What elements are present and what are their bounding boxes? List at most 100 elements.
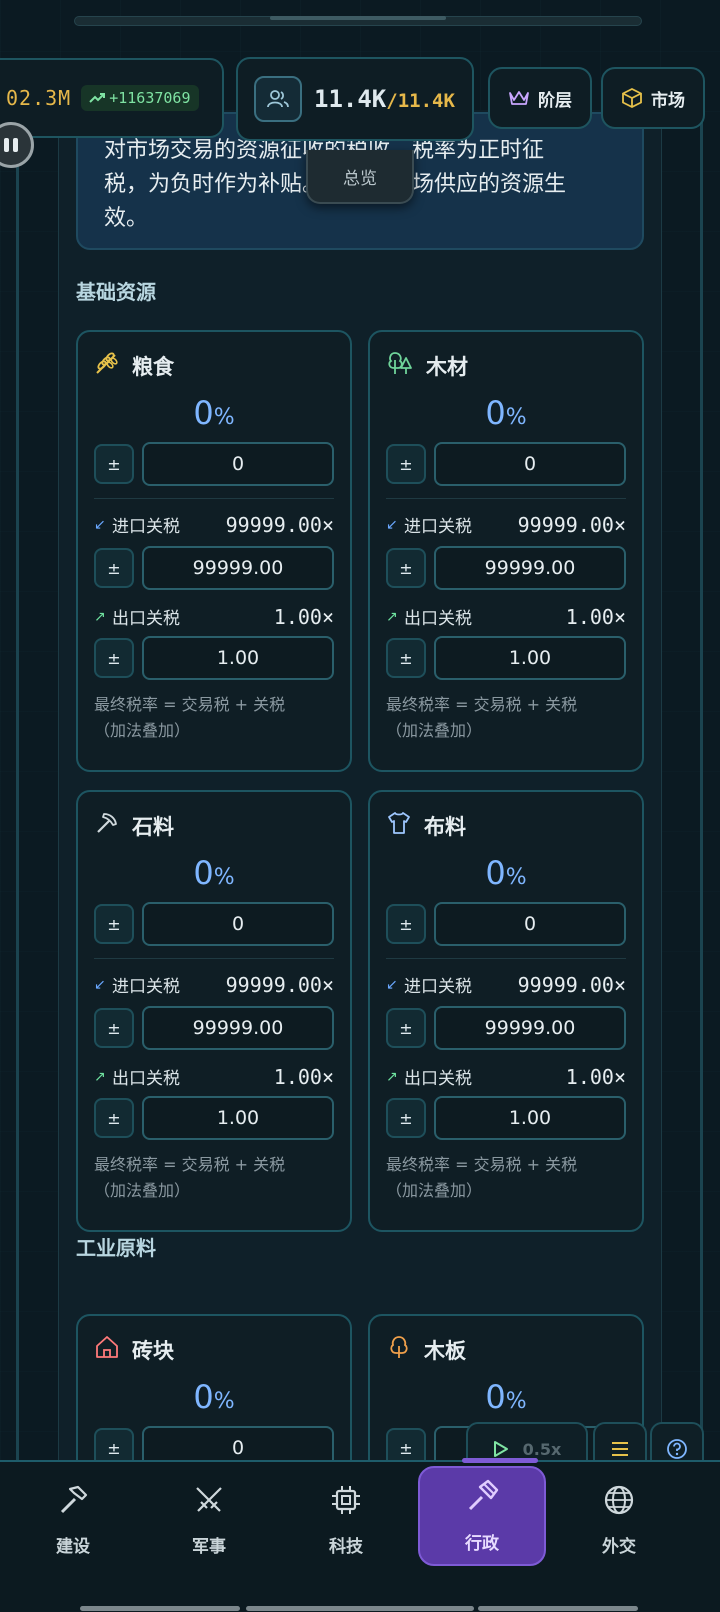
tax-rate-row: ±0 bbox=[94, 442, 334, 486]
export-sign-toggle-button[interactable]: ± bbox=[386, 638, 426, 678]
tax-sign-toggle-button[interactable]: ± bbox=[94, 444, 134, 484]
note-line-1: 最终税率 = 交易税 + 关税 bbox=[94, 695, 286, 714]
nav-label: 建设 bbox=[56, 1537, 90, 1557]
note-line-2: （加法叠加） bbox=[94, 1181, 191, 1200]
export-tariff-value: 1.00× bbox=[273, 604, 334, 629]
import-tariff-row: ↙ 进口关税 99999.00× bbox=[94, 512, 334, 538]
home-indicator-segment bbox=[80, 1606, 240, 1611]
plank-tree-icon bbox=[386, 1334, 412, 1365]
export-tariff-label: 出口关税 bbox=[404, 609, 472, 629]
tree-icon bbox=[386, 350, 414, 381]
tax-rate-row: ±0 bbox=[386, 902, 626, 946]
arrow-down-left-icon: ↙ bbox=[94, 516, 106, 533]
resource-name: 粮食 bbox=[132, 354, 174, 379]
import-sign-toggle-button[interactable]: ± bbox=[94, 548, 134, 588]
export-tariff-input[interactable]: 1.00 bbox=[142, 636, 334, 680]
nav-item-0[interactable]: 建设 bbox=[9, 1470, 137, 1570]
strata-label: 阶层 bbox=[538, 90, 572, 111]
export-tariff-label: 出口关税 bbox=[112, 1069, 180, 1089]
note-line-1: 最终税率 = 交易税 + 关税 bbox=[386, 1155, 578, 1174]
export-tariff-input[interactable]: 1.00 bbox=[434, 636, 626, 680]
shirt-icon bbox=[386, 810, 412, 841]
tax-rate-input[interactable]: 0 bbox=[142, 442, 334, 486]
resource-name: 木板 bbox=[424, 1338, 466, 1363]
tax-sign-toggle-button[interactable]: ± bbox=[386, 904, 426, 944]
import-sign-toggle-button[interactable]: ± bbox=[386, 548, 426, 588]
people-icon bbox=[254, 76, 302, 122]
crown-icon bbox=[509, 91, 529, 105]
resource-name: 木材 bbox=[426, 354, 468, 379]
import-tariff-label: 进口关税 bbox=[404, 517, 472, 537]
description-line-3: 效。 bbox=[104, 206, 149, 231]
import-tariff-value: 99999.00× bbox=[517, 512, 626, 537]
tax-sign-toggle-button[interactable]: ± bbox=[386, 444, 426, 484]
money-chip[interactable]: 02.3M +11637069 bbox=[0, 58, 224, 138]
export-tariff-input[interactable]: 1.00 bbox=[434, 1096, 626, 1140]
brick-house-icon bbox=[94, 1334, 120, 1365]
tax-rate-input[interactable]: 0 bbox=[142, 902, 334, 946]
tax-rate-display: 0% bbox=[485, 854, 527, 892]
wheat-icon bbox=[94, 350, 120, 381]
population-chip[interactable]: 11.4K/11.4K bbox=[236, 57, 474, 141]
import-tariff-input[interactable]: 99999.00 bbox=[142, 1006, 334, 1050]
note-line-2: （加法叠加） bbox=[94, 721, 191, 740]
tax-formula-note: 最终税率 = 交易税 + 关税 （加法叠加） bbox=[386, 1152, 626, 1204]
hammer-icon bbox=[56, 1483, 90, 1522]
import-tariff-input[interactable]: 99999.00 bbox=[142, 546, 334, 590]
chip-icon bbox=[329, 1483, 363, 1522]
divider bbox=[386, 498, 626, 499]
nav-item-1[interactable]: 军事 bbox=[145, 1470, 273, 1570]
frame-right-rail bbox=[700, 110, 703, 1462]
tax-rate-row: ±0 bbox=[94, 902, 334, 946]
resource-card: 布料 0% ±0 ↙ 进口关税 99999.00× ±99999.00 ↗ 出口关税 1.00× ±… bbox=[368, 790, 644, 1232]
top-scroll-thumb[interactable] bbox=[270, 16, 446, 20]
import-sign-toggle-button[interactable]: ± bbox=[94, 1008, 134, 1048]
export-tariff-input[interactable]: 1.00 bbox=[142, 1096, 334, 1140]
population-max: /11.4K bbox=[386, 90, 455, 112]
note-line-2: （加法叠加） bbox=[386, 1181, 483, 1200]
export-tariff-value: 1.00× bbox=[565, 604, 626, 629]
divider bbox=[386, 958, 626, 959]
import-tariff-input[interactable]: 99999.00 bbox=[434, 1006, 626, 1050]
tax-rate-display: 0% bbox=[193, 854, 235, 892]
section-industrial-materials: 工业原料 bbox=[76, 1236, 156, 1260]
population-value: 11.4K/11.4K bbox=[314, 85, 455, 113]
import-sign-toggle-button[interactable]: ± bbox=[386, 1008, 426, 1048]
tax-sign-toggle-button[interactable]: ± bbox=[94, 904, 134, 944]
help-icon bbox=[667, 1439, 687, 1459]
resource-header: 布料 bbox=[386, 810, 466, 841]
pause-icon bbox=[4, 138, 9, 152]
money-delta-value: +11637069 bbox=[109, 89, 191, 107]
import-tariff-value: 99999.00× bbox=[225, 972, 334, 997]
pickaxe-icon bbox=[94, 810, 120, 841]
home-indicator-segment bbox=[246, 1606, 474, 1611]
nav-item-3[interactable]: 行政 bbox=[418, 1466, 546, 1566]
arrow-up-right-icon: ↗ bbox=[94, 608, 106, 625]
globe-icon bbox=[602, 1483, 636, 1522]
market-button[interactable]: 市场 bbox=[601, 67, 705, 129]
overview-tab[interactable]: 总览 bbox=[306, 150, 414, 204]
export-sign-toggle-button[interactable]: ± bbox=[94, 1098, 134, 1138]
export-sign-toggle-button[interactable]: ± bbox=[386, 1098, 426, 1138]
export-tariff-input-row: ±1.00 bbox=[94, 636, 334, 680]
tax-formula-note: 最终税率 = 交易税 + 关税 （加法叠加） bbox=[94, 1152, 334, 1204]
tax-rate-input[interactable]: 0 bbox=[434, 442, 626, 486]
export-tariff-row: ↗ 出口关税 1.00× bbox=[94, 604, 334, 630]
export-tariff-input-row: ±1.00 bbox=[94, 1096, 334, 1140]
tax-rate-input[interactable]: 0 bbox=[434, 902, 626, 946]
import-tariff-input[interactable]: 99999.00 bbox=[434, 546, 626, 590]
export-sign-toggle-button[interactable]: ± bbox=[94, 638, 134, 678]
nav-label: 行政 bbox=[465, 1534, 499, 1554]
resource-card: 石料 0% ±0 ↙ 进口关税 99999.00× ±99999.00 ↗ 出口关税 1.00× ±… bbox=[76, 790, 352, 1232]
top-scroll-track[interactable] bbox=[74, 16, 642, 26]
arrow-down-left-icon: ↙ bbox=[94, 976, 106, 993]
nav-item-2[interactable]: 科技 bbox=[282, 1470, 410, 1570]
export-tariff-row: ↗ 出口关税 1.00× bbox=[386, 1064, 626, 1090]
import-tariff-value: 99999.00× bbox=[517, 972, 626, 997]
nav-item-4[interactable]: 外交 bbox=[555, 1470, 683, 1570]
strata-button[interactable]: 阶层 bbox=[488, 67, 592, 129]
tax-rate-row: ±0 bbox=[386, 442, 626, 486]
note-line-1: 最终税率 = 交易税 + 关税 bbox=[386, 695, 578, 714]
tax-formula-note: 最终税率 = 交易税 + 关税 （加法叠加） bbox=[386, 692, 626, 744]
resource-card: 粮食 0% ±0 ↙ 进口关税 99999.00× ±99999.00 ↗ 出口关税 1.00× ±… bbox=[76, 330, 352, 772]
